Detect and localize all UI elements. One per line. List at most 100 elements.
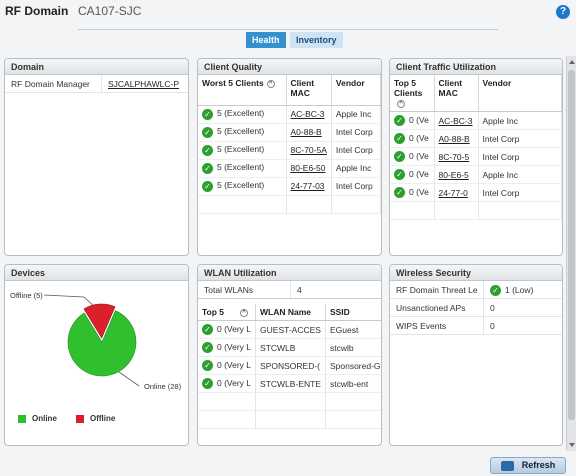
check-icon: ✓: [202, 162, 213, 174]
check-icon: ✓: [202, 324, 213, 336]
mac-link[interactable]: AC-BC-3: [434, 111, 479, 130]
table-row[interactable]: ✓ 5 (Excellent) 80-E6-50 Apple Inc: [198, 159, 381, 178]
mac-link[interactable]: A0-88-B: [434, 129, 479, 148]
total-wlans-value: 4: [297, 285, 302, 295]
tab-health[interactable]: Health: [246, 32, 286, 48]
tab-inventory[interactable]: Inventory: [290, 32, 343, 48]
status-text: 0 (Very L: [217, 359, 252, 370]
table-row[interactable]: ✓ 0 (Ve 24-77-0 Intel Corp: [390, 183, 562, 202]
check-icon: ✓: [202, 126, 213, 138]
mac-link[interactable]: AC-BC-3: [286, 105, 332, 124]
check-icon: ✓: [202, 342, 213, 354]
page-title: RF Domain: [5, 4, 69, 18]
offline-leader-line: [43, 294, 85, 298]
mac-link[interactable]: A0-88-B: [286, 123, 332, 142]
check-icon: ✓: [394, 169, 405, 181]
empty-cell: [331, 195, 381, 214]
col-vendor[interactable]: Vendor: [478, 75, 562, 112]
client-quality-title: Client Quality: [198, 59, 381, 75]
empty-cell: [198, 392, 257, 411]
status-text: 5 (Excellent): [217, 108, 265, 119]
table-row[interactable]: ✓ 0 (Very L STCWLB stcwlb: [198, 338, 381, 357]
scroll-up-icon[interactable]: [569, 60, 575, 64]
domain-manager-link[interactable]: SJCALPHAWLC-P: [102, 75, 179, 92]
offline-callout: Offline (5): [10, 291, 43, 300]
cell-text: SPONSORED-(: [255, 356, 326, 375]
col-worst-clients[interactable]: Worst 5 Clients ^: [198, 75, 287, 106]
legend-online: Online: [18, 414, 57, 423]
col-ssid[interactable]: SSID: [325, 304, 381, 321]
mac-link[interactable]: 8C-70-5A: [286, 141, 332, 160]
help-icon[interactable]: ?: [556, 5, 570, 19]
cell-text: stcwlb-ent: [325, 374, 381, 393]
cell-text: Intel Corp: [331, 141, 381, 160]
domain-manager-row: RF Domain Manager SJCALPHAWLC-P: [5, 75, 188, 93]
col-wlan-name[interactable]: WLAN Name: [255, 304, 326, 321]
status-cell: ✓ 0 (Ve: [390, 129, 435, 148]
status-text: 5 (Excellent): [217, 126, 265, 137]
online-leader-line: [118, 371, 140, 387]
cell-text: Apple Inc: [478, 165, 562, 184]
total-wlans-label: Total WLANs: [198, 281, 291, 298]
status-text: 0 (Ve: [409, 186, 429, 197]
check-icon: ✓: [394, 151, 405, 163]
status-text: 0 (Ve: [409, 132, 429, 143]
legend-swatch-offline: [76, 414, 84, 423]
status-cell: ✓ 0 (Ve: [390, 111, 435, 130]
wips-events-row: WIPS Events 0: [390, 317, 562, 335]
col-vendor[interactable]: Vendor: [331, 75, 381, 106]
sort-icon[interactable]: ^: [397, 99, 405, 108]
cell-text: Intel Corp: [331, 177, 381, 196]
cell-text: Intel Corp: [478, 129, 562, 148]
cell-text: Intel Corp: [331, 123, 381, 142]
status-text: 5 (Excellent): [217, 180, 265, 191]
status-text: 5 (Excellent): [217, 144, 265, 155]
wireless-security-panel: Wireless Security RF Domain Threat Le ✓ 1…: [389, 264, 563, 446]
col-client-mac[interactable]: Client MAC: [434, 75, 479, 112]
table-row[interactable]: ✓ 5 (Excellent) A0-88-B Intel Corp: [198, 123, 381, 142]
table-row[interactable]: ✓ 0 (Very L STCWLB-ENTE stcwlb-ent: [198, 374, 381, 393]
mac-link[interactable]: 8C-70-5: [434, 147, 479, 166]
table-row[interactable]: ✓ 5 (Excellent) AC-BC-3 Apple Inc: [198, 105, 381, 124]
devices-title: Devices: [5, 265, 188, 281]
empty-cell: [198, 410, 257, 429]
empty-cell: [390, 201, 435, 220]
sort-icon[interactable]: ^: [266, 79, 275, 88]
table-row[interactable]: ✓ 5 (Excellent) 24-77-03 Intel Corp: [198, 177, 381, 196]
mac-link[interactable]: 24-77-03: [286, 177, 332, 196]
status-text: 5 (Excellent): [217, 162, 265, 173]
mac-link[interactable]: 80-E6-5: [434, 165, 479, 184]
status-text: 0 (Ve: [409, 114, 429, 125]
table-row[interactable]: ✓ 0 (Very L SPONSORED-(Sponsored-G: [198, 356, 381, 375]
check-icon: ✓: [202, 144, 213, 156]
tab-bar: Health Inventory: [78, 29, 498, 49]
vertical-scrollbar[interactable]: [566, 56, 576, 451]
mac-link[interactable]: 80-E6-50: [286, 159, 332, 178]
col-top5[interactable]: Top 5 ^: [198, 304, 257, 321]
check-icon: ✓: [394, 187, 405, 199]
table-row[interactable]: ✓ 0 (Ve 80-E6-5 Apple Inc: [390, 165, 562, 184]
cell-text: Apple Inc: [331, 159, 381, 178]
empty-cell: [255, 410, 326, 429]
table-row[interactable]: ✓ 0 (Ve AC-BC-3 Apple Inc: [390, 111, 562, 130]
col-client-mac[interactable]: Client MAC: [286, 75, 332, 106]
table-row[interactable]: ✓ 0 (Ve A0-88-B Intel Corp: [390, 129, 562, 148]
scrollbar-thumb[interactable]: [568, 70, 575, 420]
col-top-clients[interactable]: Top 5 Clients^: [390, 75, 435, 112]
wlan-title: WLAN Utilization: [198, 265, 381, 281]
empty-cell: [325, 392, 381, 411]
client-quality-panel: Client Quality Worst 5 Clients ^ Client M…: [197, 58, 382, 256]
cell-text: EGuest: [325, 320, 381, 339]
scroll-down-icon[interactable]: [569, 443, 575, 447]
mac-link[interactable]: 24-77-0: [434, 183, 479, 202]
status-text: 0 (Very L: [217, 323, 252, 334]
threat-level-value: 1 (Low): [505, 285, 534, 295]
status-text: 0 (Ve: [409, 168, 429, 179]
cell-text: Apple Inc: [331, 105, 381, 124]
table-row[interactable]: ✓ 0 (Very L GUEST-ACCES EGuest: [198, 320, 381, 339]
refresh-button[interactable]: Refresh: [490, 457, 566, 474]
sort-icon[interactable]: ^: [240, 308, 249, 317]
table-row[interactable]: ✓ 5 (Excellent) 8C-70-5A Intel Corp: [198, 141, 381, 160]
status-cell: ✓ 0 (Very L: [198, 374, 257, 393]
table-row[interactable]: ✓ 0 (Ve 8C-70-5 Intel Corp: [390, 147, 562, 166]
